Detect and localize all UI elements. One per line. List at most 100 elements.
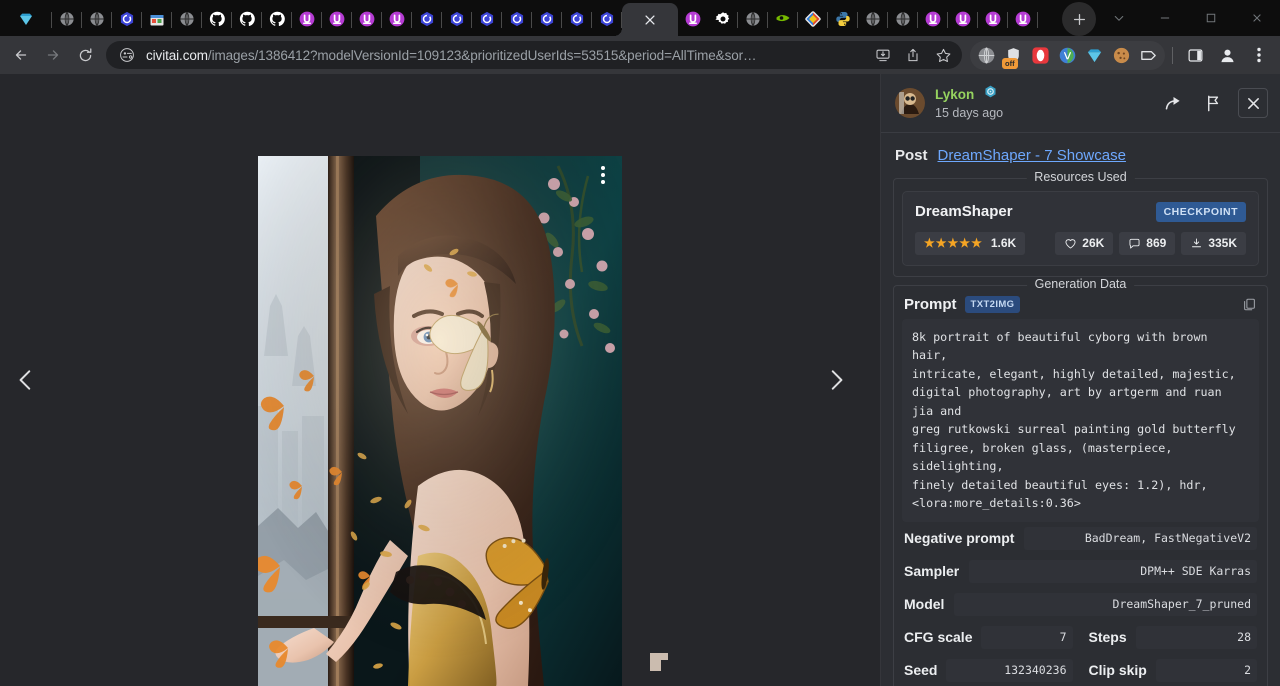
paint-tab[interactable]: [798, 2, 828, 36]
back-button[interactable]: [6, 40, 36, 70]
civitai-icon: [119, 11, 135, 27]
minimize-icon: [1159, 12, 1171, 24]
browser-tab[interactable]: [888, 2, 918, 36]
url-text: civitai.com/images/1386412?modelVersionI…: [146, 48, 864, 63]
resource-name[interactable]: DreamShaper: [915, 203, 1013, 220]
python-tab[interactable]: [828, 2, 858, 36]
ungoogled-tab[interactable]: [678, 2, 708, 36]
maximize-button[interactable]: [1188, 0, 1234, 36]
url-path: /images/1386412?modelVersionId=109123&pr…: [208, 48, 757, 63]
share-icon: [1163, 93, 1184, 114]
address-bar[interactable]: civitai.com/images/1386412?modelVersionI…: [106, 41, 962, 69]
report-button[interactable]: [1198, 88, 1228, 118]
new-tab-button[interactable]: [1062, 2, 1096, 36]
field-key: Negative prompt: [904, 530, 1014, 546]
civitai-tab[interactable]: [412, 2, 442, 36]
prompt-text[interactable]: 8k portrait of beautiful cyborg with bro…: [902, 319, 1259, 522]
field-key: Steps: [1089, 629, 1127, 645]
civitai-tab[interactable]: [442, 2, 472, 36]
diamond-app-tab[interactable]: [0, 2, 52, 36]
active-tab[interactable]: [622, 3, 678, 36]
previous-image-button[interactable]: [4, 358, 48, 402]
cookie-ext-icon[interactable]: [1108, 42, 1135, 69]
github-tab[interactable]: [202, 2, 232, 36]
resource-card[interactable]: DreamShaper CHECKPOINT ★ ★ ★ ★ ★: [902, 191, 1259, 266]
profile-button[interactable]: [1212, 40, 1242, 70]
browser-tab[interactable]: [172, 2, 202, 36]
resources-used-section: Resources Used DreamShaper CHECKPOINT ★ …: [893, 178, 1268, 277]
civitai-tab[interactable]: [532, 2, 562, 36]
browser-tab[interactable]: [82, 2, 112, 36]
prompt-header: Prompt TXT2IMG: [902, 292, 1259, 319]
username[interactable]: Lykon: [935, 87, 974, 103]
civitai-tab[interactable]: [112, 2, 142, 36]
adblock-off-ext-icon[interactable]: off: [1000, 42, 1027, 69]
field-value[interactable]: 7: [981, 626, 1072, 649]
civitai-tab[interactable]: [472, 2, 502, 36]
ungoogled-tab[interactable]: [1008, 2, 1038, 36]
post-label: Post: [895, 147, 928, 164]
browser-menu-button[interactable]: [1244, 40, 1274, 70]
github-tab[interactable]: [232, 2, 262, 36]
close-panel-button[interactable]: [1238, 88, 1268, 118]
github-icon: [239, 11, 255, 27]
share-button[interactable]: [1158, 88, 1188, 118]
field-key: Sampler: [904, 563, 959, 579]
diamond-ext-icon[interactable]: [1081, 42, 1108, 69]
ungoogled-icon: [685, 11, 701, 27]
opera-ext-icon[interactable]: [1027, 42, 1054, 69]
globe-ext-icon[interactable]: [973, 42, 1000, 69]
post-link[interactable]: DreamShaper - 7 Showcase: [938, 147, 1126, 164]
ungoogled-tab[interactable]: [382, 2, 412, 36]
install-app-icon[interactable]: [872, 44, 894, 66]
browser-tab[interactable]: [52, 2, 82, 36]
reload-button[interactable]: [70, 40, 100, 70]
ungoogled-tab[interactable]: [948, 2, 978, 36]
field-value[interactable]: BadDream, FastNegativeV2: [1024, 527, 1257, 550]
bookmark-star-icon[interactable]: [932, 44, 954, 66]
settings-tab[interactable]: [708, 2, 738, 36]
share-page-icon[interactable]: [902, 44, 924, 66]
ungoogled-icon: [955, 11, 971, 27]
translate-ext-icon[interactable]: [1054, 42, 1081, 69]
store-tab[interactable]: [142, 2, 172, 36]
download-icon: [1190, 237, 1203, 250]
ungoogled-tab[interactable]: [292, 2, 322, 36]
field-value[interactable]: DreamShaper_7_pruned: [954, 593, 1257, 616]
tab-search-button[interactable]: [1096, 0, 1142, 36]
image-options-menu[interactable]: [592, 162, 614, 188]
avatar[interactable]: [895, 88, 925, 118]
field-value[interactable]: 2: [1156, 659, 1257, 682]
field-value[interactable]: 132340236: [946, 659, 1072, 682]
globe-icon: [59, 11, 75, 27]
field-key: Model: [904, 596, 944, 612]
ungoogled-tab[interactable]: [978, 2, 1008, 36]
off-badge: off: [1002, 58, 1018, 69]
field-value[interactable]: 28: [1136, 626, 1257, 649]
forward-button[interactable]: [38, 40, 68, 70]
paint-icon: [805, 11, 821, 27]
resource-type-chip: CHECKPOINT: [1156, 202, 1246, 222]
github-tab[interactable]: [262, 2, 292, 36]
browser-tab[interactable]: [738, 2, 768, 36]
civitai-tab[interactable]: [502, 2, 532, 36]
site-settings-icon[interactable]: [116, 44, 138, 66]
ungoogled-tab[interactable]: [352, 2, 382, 36]
generation-legend: Generation Data: [1027, 277, 1135, 291]
civitai-icon: [569, 11, 585, 27]
side-panel-button[interactable]: [1180, 40, 1210, 70]
browser-tab[interactable]: [858, 2, 888, 36]
next-image-button[interactable]: [814, 358, 858, 402]
ungoogled-tab[interactable]: [322, 2, 352, 36]
copy-prompt-icon[interactable]: [1242, 297, 1257, 312]
ungoogled-icon: [359, 11, 375, 27]
minimize-button[interactable]: [1142, 0, 1188, 36]
container-ext-icon[interactable]: [1135, 42, 1162, 69]
ungoogled-icon: [299, 11, 315, 27]
nvidia-tab[interactable]: [768, 2, 798, 36]
field-value[interactable]: DPM++ SDE Karras: [969, 560, 1257, 583]
close-window-button[interactable]: [1234, 0, 1280, 36]
ungoogled-tab[interactable]: [918, 2, 948, 36]
civitai-tab[interactable]: [562, 2, 592, 36]
extensions-tray: off: [970, 41, 1165, 70]
